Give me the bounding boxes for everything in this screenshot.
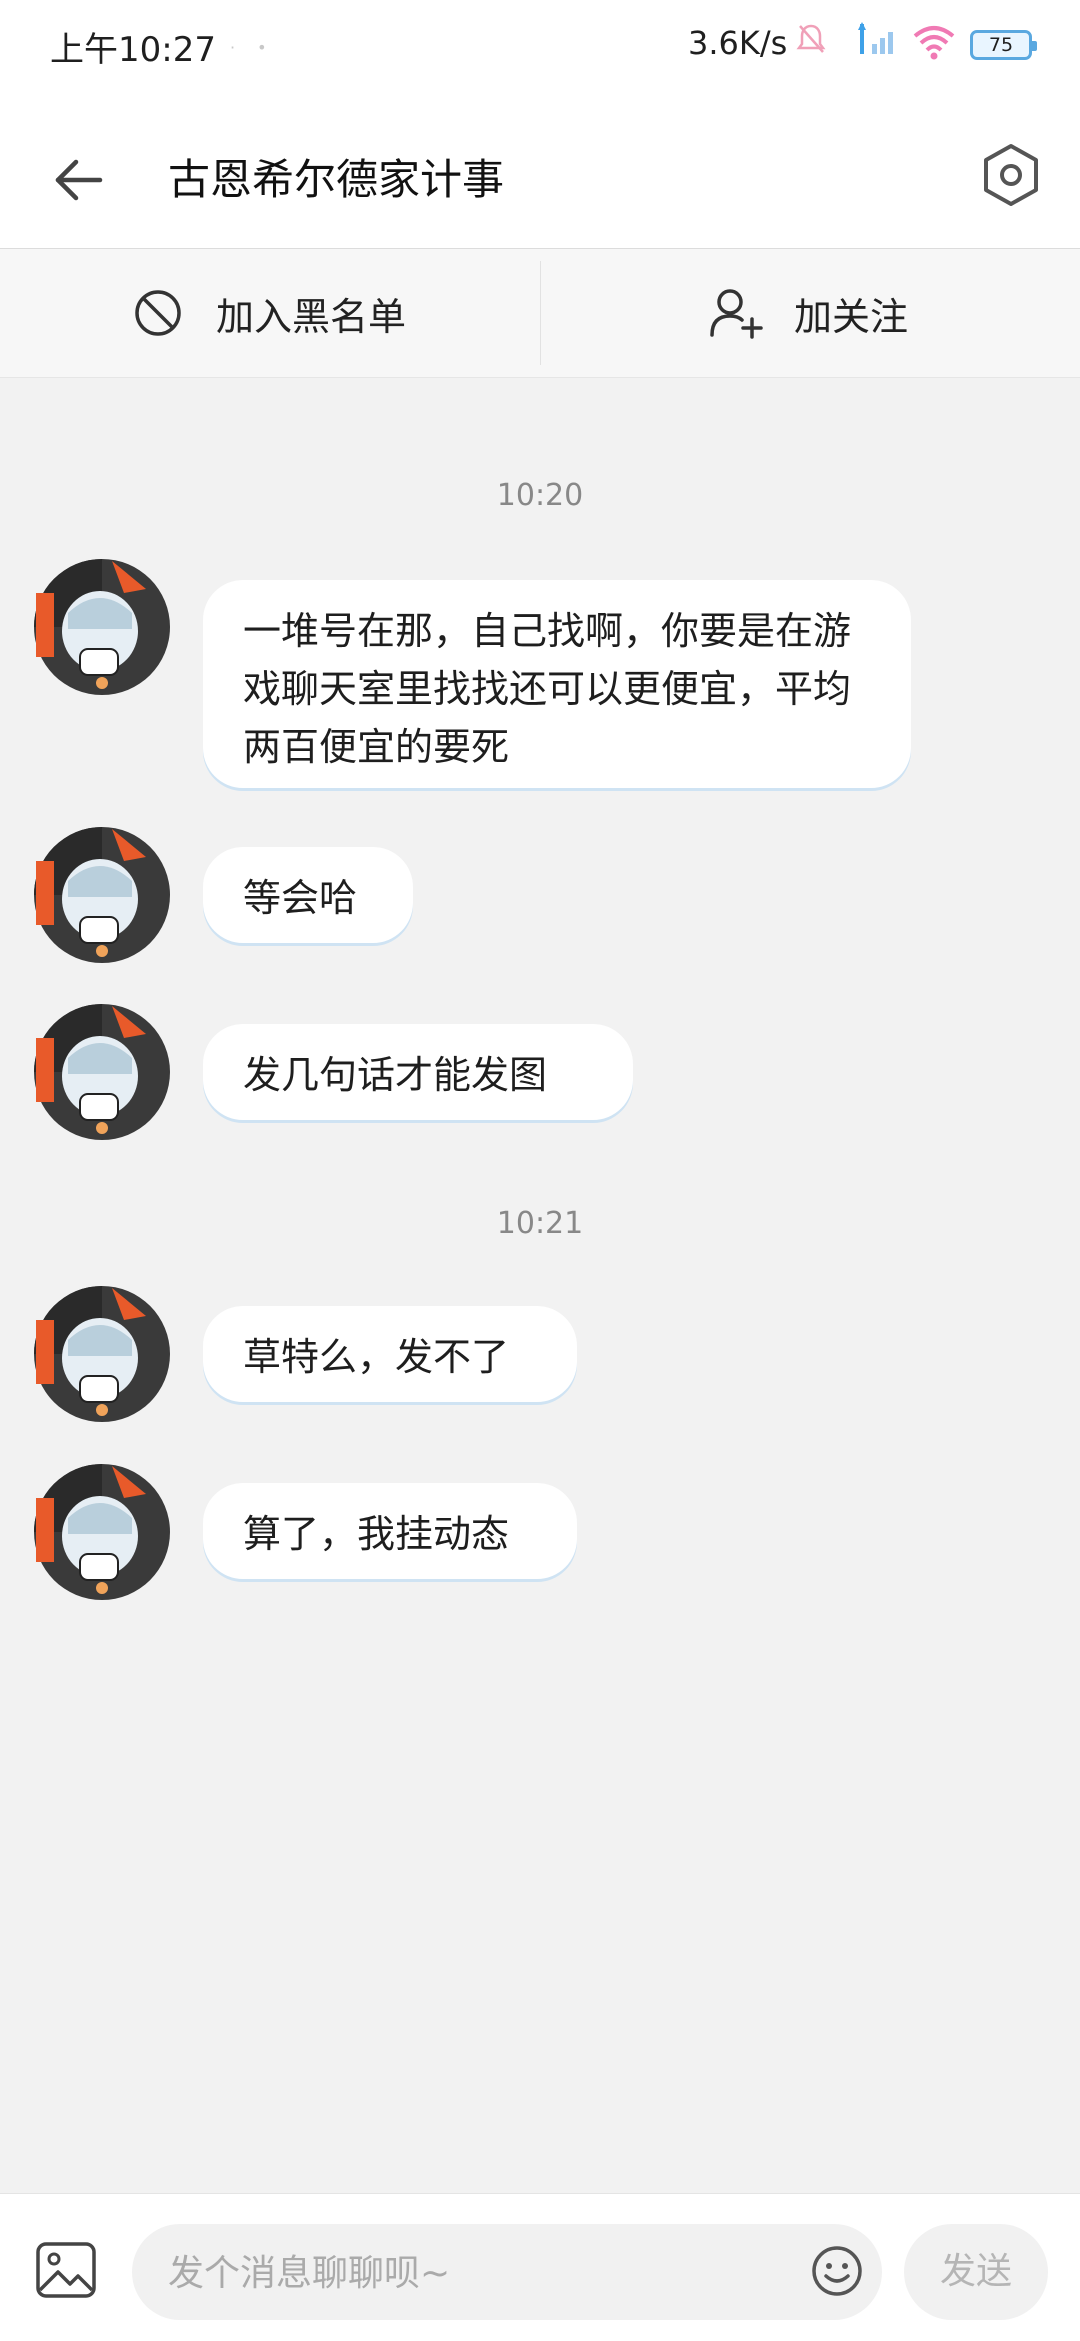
status-time: 上午10:27 xyxy=(50,30,216,70)
top-app-bar: 古恩希尔德家计事 xyxy=(0,96,1080,249)
action-bar: 加入黑名单 加关注 xyxy=(0,249,1080,378)
network-speed: 3.6K/s xyxy=(688,24,788,62)
status-bar: 上午10:27 ·• 3.6K/s 75 xyxy=(0,0,1080,96)
image-picker-icon[interactable] xyxy=(34,2240,98,2300)
follow-button[interactable]: 加关注 xyxy=(708,249,908,377)
cellular-signal-icon xyxy=(858,22,893,54)
notification-dots: ·• xyxy=(230,38,289,57)
wifi-icon xyxy=(913,26,955,60)
message-bubble[interactable]: 算了，我挂动态 xyxy=(203,1483,577,1579)
avatar[interactable] xyxy=(28,1280,176,1428)
block-icon xyxy=(135,290,181,336)
bell-muted-icon xyxy=(796,24,826,53)
battery-indicator: 75 xyxy=(970,30,1037,60)
emoji-icon[interactable] xyxy=(810,2244,864,2298)
back-arrow-icon[interactable] xyxy=(40,140,120,220)
message-bubble[interactable]: 等会哈 xyxy=(203,847,413,943)
add-user-icon xyxy=(710,289,763,339)
composer-bar: 发送 xyxy=(0,2193,1080,2341)
avatar[interactable] xyxy=(28,1458,176,1606)
follow-label: 加关注 xyxy=(794,294,909,339)
timestamp: 10:20 xyxy=(496,478,584,513)
avatar[interactable] xyxy=(28,821,176,969)
chat-title: 古恩希尔德家计事 xyxy=(168,155,505,204)
message-input-box[interactable] xyxy=(132,2224,882,2322)
avatar[interactable] xyxy=(28,998,176,1146)
block-label: 加入黑名单 xyxy=(216,294,407,339)
send-button[interactable]: 发送 xyxy=(904,2224,1048,2320)
avatar[interactable] xyxy=(28,553,176,701)
message-list[interactable]: 10:20 一堆号在那，自己找啊，你要是在游戏聊天室里找找还可以更便宜，平均两百… xyxy=(0,378,1080,2193)
block-user-button[interactable]: 加入黑名单 xyxy=(132,249,406,377)
settings-hexagon-icon[interactable] xyxy=(976,140,1046,210)
action-divider xyxy=(540,261,541,365)
timestamp: 10:21 xyxy=(496,1206,584,1241)
message-input[interactable] xyxy=(166,2224,790,2322)
message-bubble[interactable]: 发几句话才能发图 xyxy=(203,1024,633,1120)
message-bubble[interactable]: 一堆号在那，自己找啊，你要是在游戏聊天室里找找还可以更便宜，平均两百便宜的要死 xyxy=(203,580,911,788)
message-bubble[interactable]: 草特么，发不了 xyxy=(203,1306,577,1402)
